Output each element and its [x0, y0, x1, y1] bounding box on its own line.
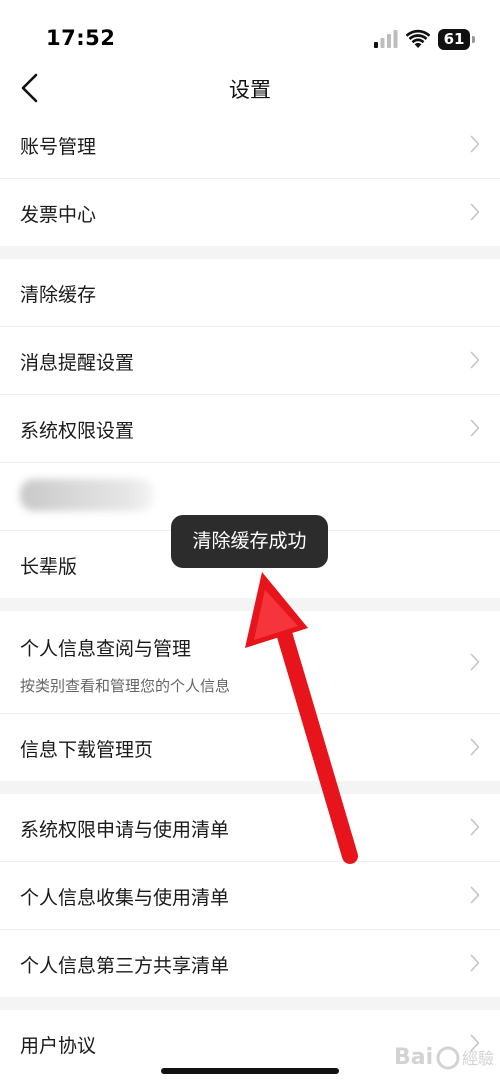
settings-item-label: 个人信息查阅与管理 — [20, 638, 192, 660]
chevron-right-icon — [470, 419, 480, 437]
group-divider — [0, 246, 500, 259]
settings-item-label: 用户协议 — [20, 1035, 97, 1057]
group-divider — [0, 598, 500, 611]
settings-item-label: 账号管理 — [20, 136, 97, 158]
settings-item-system-permissions[interactable]: 系统权限设置 — [0, 395, 500, 463]
settings-item-info-collection-list[interactable]: 个人信息收集与使用清单 — [0, 862, 500, 930]
blurred-redaction — [20, 479, 154, 511]
chevron-right-icon — [470, 135, 480, 153]
group-divider — [0, 781, 500, 794]
settings-item-label: 系统权限申请与使用清单 — [20, 819, 230, 841]
battery-icon: 61 — [438, 29, 476, 50]
nav-bar: 设置 — [0, 72, 500, 114]
svg-text:Bai: Bai — [394, 1045, 433, 1070]
settings-item-label: 清除缓存 — [20, 284, 97, 306]
settings-item-clear-cache[interactable]: 清除缓存 — [0, 259, 500, 327]
settings-item-invoice[interactable]: 发票中心 — [0, 179, 500, 246]
group-divider — [0, 997, 500, 1010]
wifi-icon — [406, 29, 430, 48]
page-title: 设置 — [229, 78, 271, 102]
status-bar: 17:52 61 — [0, 0, 500, 72]
settings-item-label: 信息下载管理页 — [20, 739, 154, 761]
baidu-jingyan-watermark-icon: Bai 經驗 — [394, 1045, 494, 1070]
battery-level: 61 — [443, 30, 465, 48]
settings-item-label: 消息提醒设置 — [20, 352, 135, 374]
settings-item-label: 系统权限设置 — [20, 420, 135, 442]
status-time: 17:52 — [46, 26, 116, 50]
settings-item-label: 个人信息第三方共享清单 — [20, 955, 230, 977]
settings-item-subtitle: 按类别查看和管理您的个人信息 — [20, 677, 231, 695]
settings-item-personal-info[interactable]: 个人信息查阅与管理 按类别查看和管理您的个人信息 — [0, 611, 500, 714]
cellular-signal-icon — [374, 30, 398, 48]
svg-text:經驗: 經驗 — [462, 1049, 494, 1068]
settings-item-permission-list[interactable]: 系统权限申请与使用清单 — [0, 794, 500, 862]
chevron-right-icon — [470, 818, 480, 836]
chevron-right-icon — [470, 886, 480, 904]
settings-item-label: 发票中心 — [20, 204, 97, 226]
settings-item-info-download[interactable]: 信息下载管理页 — [0, 714, 500, 781]
settings-item-notifications[interactable]: 消息提醒设置 — [0, 327, 500, 395]
settings-item-label: 长辈版 — [20, 556, 78, 578]
settings-item-account[interactable]: 账号管理 — [0, 111, 500, 179]
chevron-right-icon — [470, 653, 480, 671]
settings-item-label: 个人信息收集与使用清单 — [20, 887, 230, 909]
chevron-right-icon — [470, 203, 480, 221]
settings-item-third-party-list[interactable]: 个人信息第三方共享清单 — [0, 930, 500, 997]
chevron-right-icon — [470, 738, 480, 756]
settings-list: 账号管理 发票中心 清除缓存 消息提醒设置 系统权限设置 长辈版 个人信息查阅与… — [0, 111, 500, 1077]
chevron-right-icon — [470, 954, 480, 972]
home-indicator[interactable] — [161, 1068, 339, 1074]
chevron-right-icon — [470, 351, 480, 369]
toast-message: 清除缓存成功 — [171, 515, 328, 568]
